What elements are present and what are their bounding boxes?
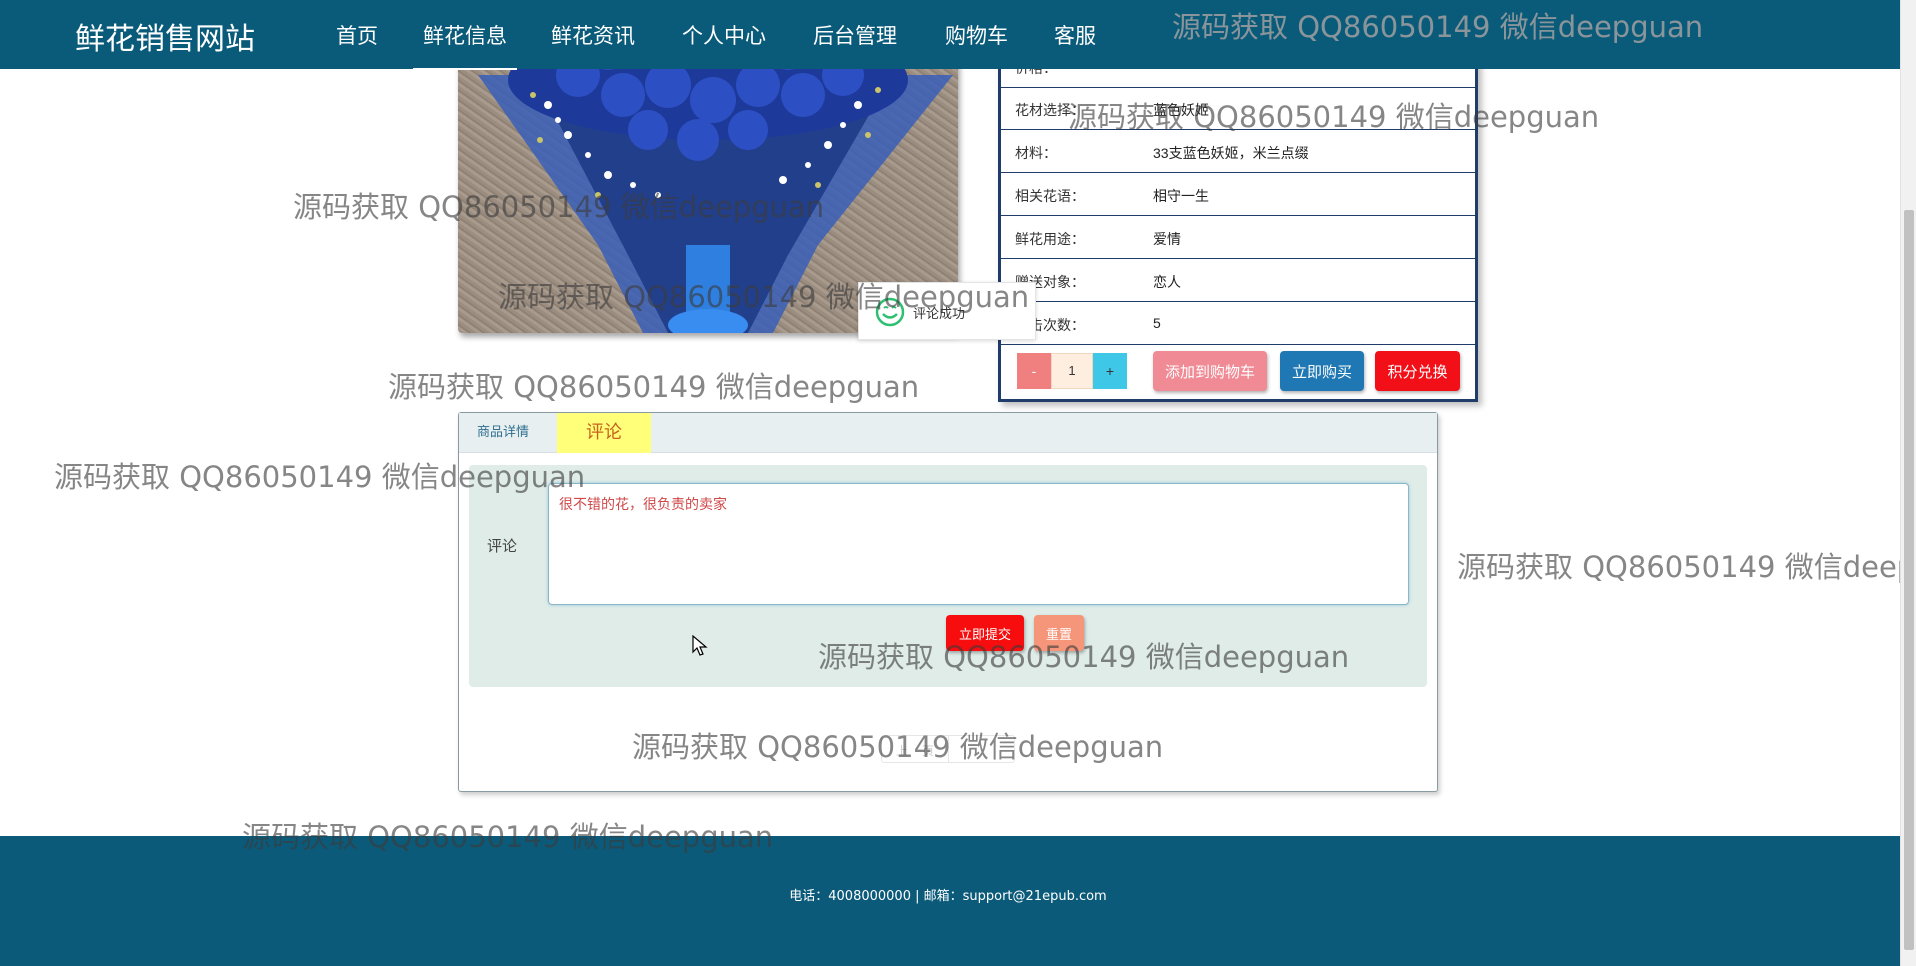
info-label: 相关花语： — [1015, 188, 1085, 204]
info-value: 爱情 — [1153, 231, 1181, 247]
nav-item-home[interactable]: 首页 — [336, 20, 378, 50]
product-info-panel: 价格： 2000 花材选择： 蓝色妖姬 材料： 33支蓝色妖姬，米兰点缀 相关花… — [998, 45, 1478, 402]
info-value: 5 — [1153, 315, 1161, 331]
toast-message: 评论成功 — [913, 306, 966, 321]
nav-item-admin[interactable]: 后台管理 — [813, 20, 897, 50]
redeem-points-button[interactable]: 积分兑换 — [1375, 351, 1460, 391]
watermark-text: 源码获取 QQ86050149 微信deepguan — [1457, 550, 1900, 584]
pagination-prev[interactable]: 上 — [896, 742, 908, 759]
nav-item-cart[interactable]: 购物车 — [945, 20, 1008, 50]
info-row-material-choice: 花材选择： 蓝色妖姬 — [1001, 87, 1475, 130]
info-row-recipient: 赠送对象： 恋人 — [1001, 259, 1475, 302]
info-row-clicks: 点击次数： 5 — [1001, 302, 1475, 345]
info-value: 蓝色妖姬 — [1153, 102, 1209, 118]
top-navbar: 鲜花销售网站 首页 鲜花信息 鲜花资讯 个人中心 后台管理 购物车 客服 — [0, 0, 1900, 70]
comment-form: 评论 很不错的花，很负责的卖家 立即提交 重置 — [469, 465, 1427, 687]
buy-now-button[interactable]: 立即购买 — [1280, 351, 1364, 391]
mouse-cursor-icon — [692, 635, 708, 656]
tab-product-details[interactable]: 商品详情 — [477, 413, 529, 453]
detail-tabs-panel: 商品详情 评论 评论 很不错的花，很负责的卖家 立即提交 重置 上 页 — [458, 412, 1438, 792]
comment-textarea[interactable]: 很不错的花，很负责的卖家 — [548, 483, 1409, 605]
page-scrollbar[interactable] — [1900, 0, 1916, 966]
purchase-actions: - 1 + 添加到购物车 立即购买 积分兑换 — [1001, 347, 1475, 399]
quantity-input[interactable]: 1 — [1051, 353, 1093, 389]
reset-button[interactable]: 重置 — [1034, 615, 1084, 651]
footer-contact: 电话：4008000000 | 邮箱：support@21epub.com — [789, 889, 1107, 904]
nav-item-flowers[interactable]: 鲜花信息 — [413, 20, 517, 70]
success-toast: 评论成功 — [858, 282, 1036, 340]
tab-comments[interactable]: 评论 — [557, 413, 651, 453]
info-value: 相守一生 — [1153, 188, 1209, 204]
pagination: 上 页 — [881, 735, 1015, 763]
pagination-page[interactable]: 页 — [922, 742, 934, 759]
info-row-flower-language: 相关花语： 相守一生 — [1001, 173, 1475, 216]
info-row-materials: 材料： 33支蓝色妖姬，米兰点缀 — [1001, 130, 1475, 173]
smile-icon — [875, 297, 905, 327]
page-footer: 电话：4008000000 | 邮箱：support@21epub.com — [0, 836, 1900, 966]
scrollbar-thumb[interactable] — [1904, 210, 1914, 950]
add-to-cart-button[interactable]: 添加到购物车 — [1153, 351, 1267, 391]
site-brand[interactable]: 鲜花销售网站 — [75, 14, 255, 58]
pagination-divider — [948, 736, 949, 762]
submit-comment-button[interactable]: 立即提交 — [946, 615, 1024, 651]
info-value: 恋人 — [1153, 274, 1181, 290]
info-label: 鲜花用途： — [1015, 231, 1085, 247]
nav-item-profile[interactable]: 个人中心 — [682, 20, 766, 50]
watermark-text: 源码获取 QQ86050149 微信deepguan — [388, 370, 920, 404]
nav-item-news[interactable]: 鲜花资讯 — [551, 20, 635, 50]
nav-item-service[interactable]: 客服 — [1054, 20, 1096, 50]
info-label: 花材选择： — [1015, 102, 1085, 118]
comment-label: 评论 — [487, 537, 518, 555]
quantity-increase-button[interactable]: + — [1093, 353, 1127, 389]
tab-bar: 商品详情 评论 — [459, 413, 1437, 453]
info-value: 33支蓝色妖姬，米兰点缀 — [1153, 145, 1309, 161]
quantity-decrease-button[interactable]: - — [1017, 353, 1051, 389]
info-row-usage: 鲜花用途： 爱情 — [1001, 216, 1475, 259]
info-label: 材料： — [1015, 145, 1057, 161]
